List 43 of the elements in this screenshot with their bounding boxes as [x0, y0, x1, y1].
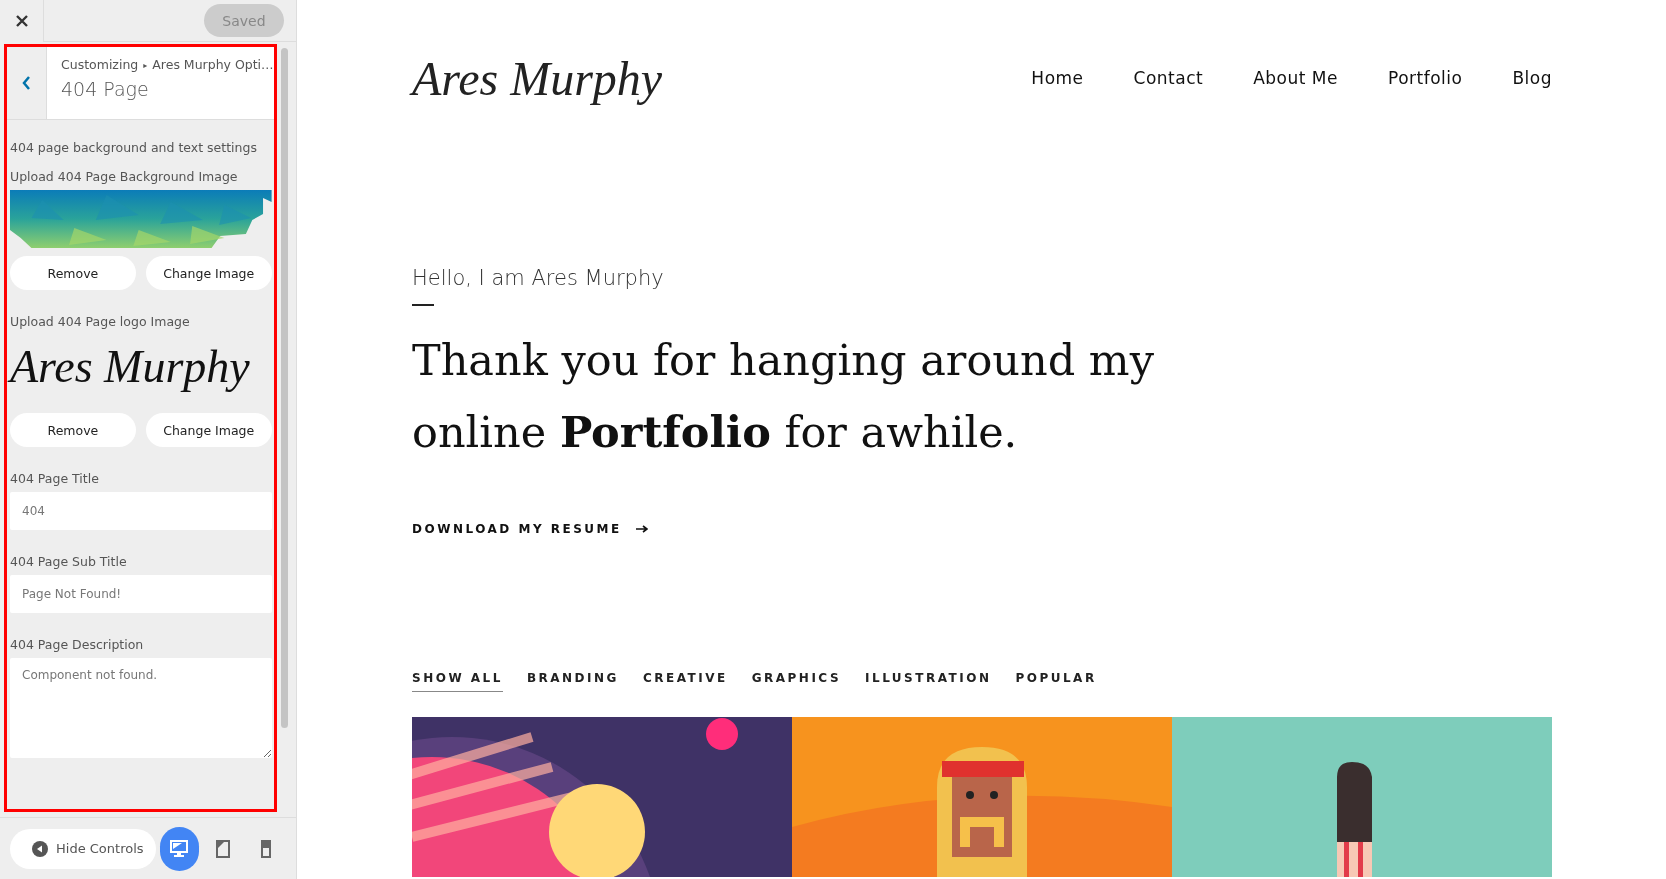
- breadcrumb-separator: ▸: [143, 60, 148, 72]
- nav-link[interactable]: Blog: [1512, 68, 1552, 88]
- change-image-button[interactable]: Change Image: [145, 413, 272, 447]
- filter-tab[interactable]: BRANDING: [526, 671, 619, 692]
- control-label: 404 Page Description: [10, 637, 145, 652]
- nav-link[interactable]: Portfolio: [1388, 68, 1463, 88]
- close-button[interactable]: [0, 0, 44, 42]
- desktop-icon: [170, 839, 189, 858]
- hide-controls-button[interactable]: Hide Controls: [10, 828, 156, 869]
- tablet-icon: [213, 839, 232, 858]
- headline: Thank you for hanging around my online Portfolio for awhile.: [412, 334, 1155, 459]
- change-image-button[interactable]: Change Image: [145, 256, 272, 290]
- nav-link[interactable]: Home: [1031, 68, 1084, 88]
- filter-tab[interactable]: ILLUSTRATION: [865, 671, 992, 692]
- popsicle-illustration[interactable]: [1172, 717, 1552, 877]
- section-description: 404 page background and text settings: [10, 140, 258, 155]
- filter-tab[interactable]: SHOW ALL: [412, 671, 503, 692]
- download-resume-link[interactable]: DOWNLOAD MY RESUME: [412, 522, 648, 536]
- filter-tab[interactable]: GRAPHICS: [751, 671, 842, 692]
- control-label: Upload 404 Page logo Image: [10, 314, 191, 329]
- control-label: 404 Page Title: [10, 471, 100, 486]
- control-label: 404 Page Sub Title: [10, 554, 128, 569]
- scrollbar[interactable]: [280, 48, 288, 728]
- breadcrumb-text: Customizing: [61, 57, 139, 74]
- filter-tab[interactable]: CREATIVE: [642, 671, 728, 692]
- section-title: 404 Page: [61, 78, 150, 100]
- planet-illustration[interactable]: [412, 717, 792, 877]
- close-icon: [15, 14, 28, 27]
- desktop-preview-button[interactable]: [159, 826, 200, 871]
- nav-link[interactable]: Contact: [1133, 68, 1204, 88]
- filter-tab[interactable]: POPULAR: [1015, 671, 1097, 692]
- textarea-field[interactable]: Component not found.: [10, 658, 272, 758]
- text-field[interactable]: 404: [10, 492, 272, 530]
- remove-button[interactable]: Remove: [10, 413, 136, 447]
- chevron-left-icon: [22, 76, 31, 90]
- text-field[interactable]: Page Not Found!: [10, 575, 272, 613]
- control-label: Upload 404 Page Background Image: [10, 169, 239, 184]
- remove-button[interactable]: Remove: [10, 256, 136, 290]
- collapse-icon: [32, 840, 48, 857]
- nav-link[interactable]: About Me: [1253, 68, 1338, 88]
- breadcrumb-text: Ares Murphy Opti…: [152, 57, 274, 74]
- arrow-right-icon: [635, 525, 648, 533]
- intro-text: Hello, I am Ares Murphy: [412, 266, 665, 290]
